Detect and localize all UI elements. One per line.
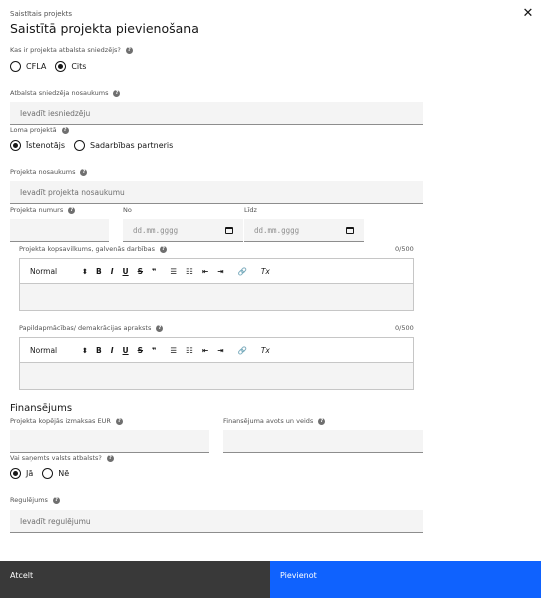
- radio-cfla[interactable]: CFLA: [10, 61, 46, 72]
- link-icon[interactable]: 🔗: [237, 346, 246, 355]
- extra-training-editor-body[interactable]: [19, 363, 414, 390]
- help-icon[interactable]: ?: [61, 126, 69, 134]
- indent-increase-icon[interactable]: ⇥: [217, 267, 223, 276]
- support-provider-label: Kas ir projekta atbalsta sniedzējs? ?: [10, 46, 133, 54]
- format-select[interactable]: Normal ⬍: [30, 346, 88, 355]
- project-role-label: Loma projektā ?: [10, 126, 69, 134]
- chevron-updown-icon: ⬍: [81, 345, 88, 355]
- radio-circle-selected[interactable]: [10, 140, 21, 151]
- date-from-input[interactable]: dd.mm.gggg: [123, 219, 243, 242]
- ordered-list-icon[interactable]: ☰: [170, 346, 177, 355]
- summary-editor-body[interactable]: [19, 284, 414, 311]
- support-provider-name-input[interactable]: Ievadīt iesniedzēju: [10, 102, 423, 125]
- date-from-label: No: [123, 206, 132, 214]
- summary-char-counter: 0/500: [395, 245, 414, 253]
- summary-label: Projekta kopsavilkums, galvenās darbības…: [19, 245, 168, 253]
- total-cost-input[interactable]: [10, 430, 209, 453]
- format-select[interactable]: Normal ⬍: [30, 267, 88, 276]
- close-icon[interactable]: ✕: [521, 6, 535, 22]
- summary-editor-toolbar: Normal ⬍ B I U S ❞ ☰ ☷ ⇤ ⇥ 🔗 Tx: [19, 258, 414, 284]
- strikethrough-icon[interactable]: S: [138, 267, 143, 276]
- radio-ne[interactable]: Nē: [42, 468, 69, 479]
- help-icon[interactable]: ?: [80, 168, 88, 176]
- indent-decrease-icon[interactable]: ⇤: [202, 346, 208, 355]
- radio-istenotajs[interactable]: Īstenotājs: [10, 140, 65, 151]
- support-provider-name-label: Atbalsta sniedzēja nosaukums ?: [10, 89, 121, 97]
- radio-circle[interactable]: [10, 61, 21, 72]
- regulation-label: Regulējums ?: [10, 496, 60, 504]
- quote-icon[interactable]: ❞: [152, 267, 156, 276]
- ordered-list-icon[interactable]: ☰: [170, 267, 177, 276]
- cancel-button[interactable]: Atcelt: [0, 561, 270, 598]
- state-aid-label: Vai saņemts valsts atbalsts? ?: [10, 454, 114, 462]
- extra-training-editor-toolbar: Normal ⬍ B I U S ❞ ☰ ☷ ⇤ ⇥ 🔗 Tx: [19, 337, 414, 363]
- submit-button[interactable]: Pievienot: [270, 561, 541, 598]
- total-cost-label: Projekta kopējās izmaksas EUR ?: [10, 417, 123, 425]
- radio-cits[interactable]: Cits: [55, 61, 86, 72]
- help-icon[interactable]: ?: [106, 454, 114, 462]
- help-icon[interactable]: ?: [156, 324, 164, 332]
- bold-icon[interactable]: B: [96, 267, 102, 276]
- calendar-icon[interactable]: [225, 226, 233, 234]
- project-number-input[interactable]: [10, 219, 109, 242]
- date-to-input[interactable]: dd.mm.gggg: [244, 219, 364, 242]
- project-number-label: Projekta numurs ?: [10, 206, 76, 214]
- link-icon[interactable]: 🔗: [237, 267, 246, 276]
- project-role-radio-group: Īstenotājs Sadarbības partneris: [10, 140, 182, 151]
- indent-decrease-icon[interactable]: ⇤: [202, 267, 208, 276]
- funding-source-input[interactable]: [223, 430, 423, 453]
- italic-icon[interactable]: I: [111, 346, 114, 355]
- help-icon[interactable]: ?: [52, 496, 60, 504]
- help-icon[interactable]: ?: [160, 245, 168, 253]
- radio-circle[interactable]: [73, 140, 85, 151]
- clear-format-icon[interactable]: Tx: [261, 267, 270, 276]
- regulation-input[interactable]: Ievadīt regulējumu: [10, 510, 423, 533]
- support-provider-radio-group: CFLA Cits: [10, 61, 95, 72]
- help-icon[interactable]: ?: [68, 206, 76, 214]
- modal-title: Saistītā projekta pievienošana: [10, 21, 199, 36]
- chevron-updown-icon: ⬍: [81, 266, 88, 276]
- radio-ja[interactable]: Jā: [10, 468, 33, 479]
- quote-icon[interactable]: ❞: [152, 346, 156, 355]
- extra-training-char-counter: 0/500: [395, 324, 414, 332]
- strikethrough-icon[interactable]: S: [138, 346, 143, 355]
- bullet-list-icon[interactable]: ☷: [186, 346, 193, 355]
- calendar-icon[interactable]: [346, 226, 354, 234]
- radio-circle-selected[interactable]: [55, 61, 67, 72]
- extra-training-label: Papildapmācības/ demakrācijas apraksts ?: [19, 324, 164, 332]
- funding-source-label: Finansējuma avots un veids ?: [223, 417, 326, 425]
- bold-icon[interactable]: B: [96, 346, 102, 355]
- help-icon[interactable]: ?: [318, 417, 326, 425]
- help-icon[interactable]: ?: [115, 417, 123, 425]
- radio-circle[interactable]: [42, 468, 54, 479]
- italic-icon[interactable]: I: [111, 267, 114, 276]
- radio-circle-selected[interactable]: [10, 468, 21, 479]
- help-icon[interactable]: ?: [113, 89, 121, 97]
- indent-increase-icon[interactable]: ⇥: [217, 346, 223, 355]
- underline-icon[interactable]: U: [123, 267, 129, 276]
- modal-overline: Saistītais projekts: [10, 10, 73, 18]
- date-to-label: Līdz: [244, 206, 257, 214]
- underline-icon[interactable]: U: [123, 346, 129, 355]
- help-icon[interactable]: ?: [125, 46, 133, 54]
- state-aid-radio-group: Jā Nē: [10, 468, 78, 479]
- bullet-list-icon[interactable]: ☷: [186, 267, 193, 276]
- radio-sadarbibas-partneris[interactable]: Sadarbības partneris: [73, 140, 173, 151]
- project-name-label: Projekta nosaukums ?: [10, 168, 88, 176]
- clear-format-icon[interactable]: Tx: [261, 346, 270, 355]
- project-name-input[interactable]: Ievadīt projekta nosaukumu: [10, 181, 423, 204]
- financing-section-title: Finansējums: [10, 403, 73, 414]
